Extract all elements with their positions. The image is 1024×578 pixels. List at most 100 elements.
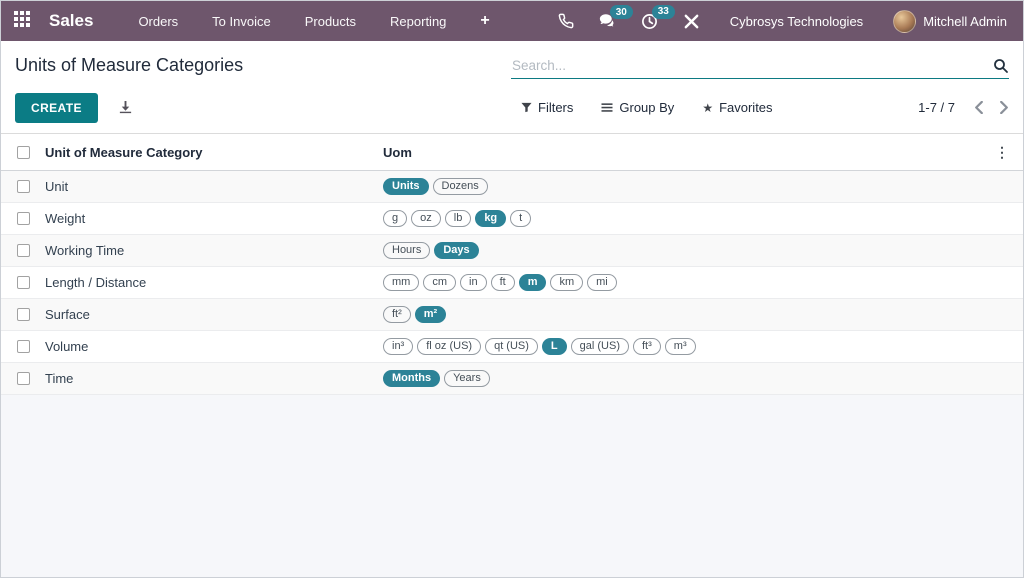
uom-badge-list: in³fl oz (US)qt (US)Lgal (US)ft³m³ <box>383 338 995 355</box>
uom-badge: L <box>542 338 567 355</box>
uom-badge-list: gozlbkgt <box>383 210 995 227</box>
uom-badge: gal (US) <box>571 338 629 355</box>
activities-count-badge: 33 <box>652 5 675 19</box>
funnel-icon <box>521 102 532 113</box>
favorites-label: Favorites <box>719 100 772 115</box>
user-avatar[interactable] <box>893 10 916 33</box>
uom-badge-list: UnitsDozens <box>383 178 995 195</box>
uom-badge: ft <box>491 274 515 291</box>
menu-item-reporting[interactable]: Reporting <box>390 14 446 29</box>
table-row[interactable]: Surface ft²m² <box>1 299 1023 331</box>
uom-badge: ft² <box>383 306 411 323</box>
menu-item-products[interactable]: Products <box>305 14 356 29</box>
uom-badge: lb <box>445 210 472 227</box>
table-row[interactable]: Unit UnitsDozens <box>1 171 1023 203</box>
uom-badge: Years <box>444 370 490 387</box>
app-brand-sales[interactable]: Sales <box>49 11 93 31</box>
group-by-button[interactable]: Group By <box>601 100 674 115</box>
table-row[interactable]: Working Time HoursDays <box>1 235 1023 267</box>
uom-badge: m³ <box>665 338 696 355</box>
uom-badge-list: HoursDays <box>383 242 995 259</box>
group-by-label: Group By <box>619 100 674 115</box>
activities-clock-icon[interactable]: 33 <box>641 13 658 30</box>
uom-badge: kg <box>475 210 506 227</box>
table-row[interactable]: Weight gozlbkgt <box>1 203 1023 235</box>
uom-badge: in <box>460 274 487 291</box>
company-name[interactable]: Cybrosys Technologies <box>730 14 863 29</box>
navbar-right-zone: 30 33 Cybrosys Technologies Mitchell Adm… <box>533 10 1007 33</box>
tools-icon[interactable] <box>683 13 700 30</box>
pager-previous-icon[interactable] <box>974 101 984 114</box>
control-panel-top: Units of Measure Categories <box>1 41 1023 88</box>
row-checkbox[interactable] <box>17 180 30 193</box>
uom-badge: m <box>519 274 547 291</box>
messages-count-badge: 30 <box>610 5 633 19</box>
empty-content-area <box>1 395 1023 577</box>
apps-grid-icon[interactable] <box>14 11 34 31</box>
table-header: Unit of Measure Category Uom ⋮ <box>1 133 1023 171</box>
pager-next-icon[interactable] <box>999 101 1009 114</box>
search-icon[interactable] <box>993 58 1009 74</box>
messages-icon[interactable]: 30 <box>599 13 616 29</box>
user-name[interactable]: Mitchell Admin <box>923 14 1007 29</box>
search-options: Filters Group By ★ Favorites <box>521 100 773 115</box>
row-checkbox[interactable] <box>17 244 30 257</box>
uom-badge: fl oz (US) <box>417 338 481 355</box>
uom-category-name: Weight <box>45 211 383 226</box>
column-header-uom[interactable]: Uom <box>383 145 995 160</box>
uom-badge: Hours <box>383 242 430 259</box>
uom-badge: Units <box>383 178 429 195</box>
row-checkbox[interactable] <box>17 340 30 353</box>
star-icon: ★ <box>702 102 713 114</box>
plus-menu-icon[interactable]: + <box>480 12 489 30</box>
row-checkbox[interactable] <box>17 212 30 225</box>
phone-icon[interactable] <box>558 13 574 29</box>
uom-category-name: Length / Distance <box>45 275 383 290</box>
uom-badge-list: ft²m² <box>383 306 995 323</box>
optional-columns-icon[interactable]: ⋮ <box>995 144 1023 161</box>
uom-category-name: Surface <box>45 307 383 322</box>
pager: 1-7 / 7 <box>918 100 1009 115</box>
row-checkbox[interactable] <box>17 372 30 385</box>
page-title: Units of Measure Categories <box>15 55 243 76</box>
uom-badge-list: mmcminftmkmmi <box>383 274 995 291</box>
table-row[interactable]: Time MonthsYears <box>1 363 1023 395</box>
list-lines-icon <box>601 102 613 113</box>
column-header-category[interactable]: Unit of Measure Category <box>45 145 383 160</box>
uom-badge: in³ <box>383 338 413 355</box>
select-all-checkbox[interactable] <box>17 146 30 159</box>
uom-badge: Months <box>383 370 440 387</box>
uom-badge: Days <box>434 242 478 259</box>
uom-badge: Dozens <box>433 178 488 195</box>
pager-range: 1-7 / 7 <box>918 100 955 115</box>
uom-badge: t <box>510 210 531 227</box>
menu-item-to-invoice[interactable]: To Invoice <box>212 14 271 29</box>
row-checkbox[interactable] <box>17 308 30 321</box>
action-buttons: CREATE <box>15 93 513 123</box>
uom-category-name: Volume <box>45 339 383 354</box>
table-row[interactable]: Volume in³fl oz (US)qt (US)Lgal (US)ft³m… <box>1 331 1023 363</box>
row-checkbox[interactable] <box>17 276 30 289</box>
uom-badge: km <box>550 274 583 291</box>
export-download-icon[interactable] <box>118 100 133 115</box>
top-navbar: Sales Orders To Invoice Products Reporti… <box>1 1 1023 41</box>
favorites-button[interactable]: ★ Favorites <box>702 100 772 115</box>
uom-badge: qt (US) <box>485 338 538 355</box>
uom-category-name: Working Time <box>45 243 383 258</box>
create-button[interactable]: CREATE <box>15 93 98 123</box>
uom-badge-list: MonthsYears <box>383 370 995 387</box>
uom-badge: m² <box>415 306 446 323</box>
uom-badge: oz <box>411 210 441 227</box>
app-window: Sales Orders To Invoice Products Reporti… <box>0 0 1024 578</box>
uom-category-name: Time <box>45 371 383 386</box>
search-input[interactable] <box>511 55 993 76</box>
menu-item-orders[interactable]: Orders <box>138 14 178 29</box>
filters-button[interactable]: Filters <box>521 100 573 115</box>
uom-badge: ft³ <box>633 338 661 355</box>
uom-badge: cm <box>423 274 456 291</box>
uom-category-name: Unit <box>45 179 383 194</box>
uom-badge: g <box>383 210 407 227</box>
table-row[interactable]: Length / Distance mmcminftmkmmi <box>1 267 1023 299</box>
search-box <box>511 55 1009 79</box>
uom-badge: mi <box>587 274 617 291</box>
